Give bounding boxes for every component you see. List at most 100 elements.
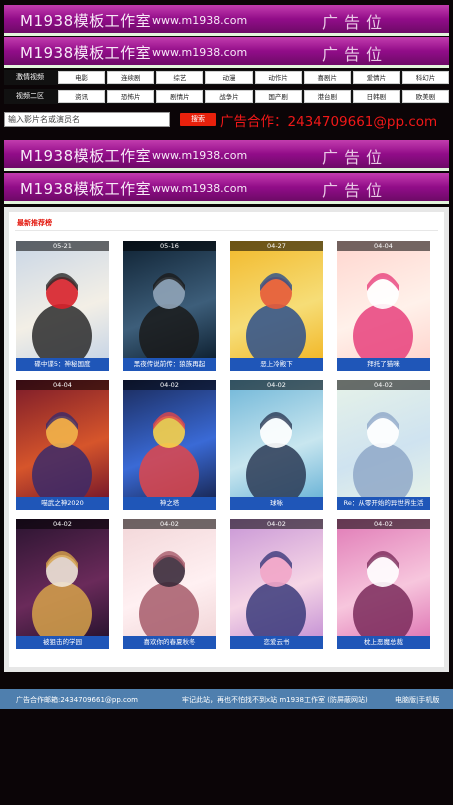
nav-item[interactable]: 连续剧 <box>107 71 155 84</box>
movie-card[interactable]: 04-04 拜托了猫咪 <box>337 241 430 371</box>
movie-title[interactable]: 喜欢你的春夏秋冬 <box>123 636 216 649</box>
poster-artwork <box>246 551 306 636</box>
movie-poster[interactable]: 05-16 <box>123 241 216 358</box>
ad-banner[interactable]: M1938模板工作室 www.m1938.com 广告位 <box>4 5 449 36</box>
movie-title[interactable]: 球咏 <box>230 497 323 510</box>
release-date-badge: 04-02 <box>337 380 430 390</box>
movie-title[interactable]: 恋爱云书 <box>230 636 323 649</box>
footer-notice: 牢记此站，再也不怕找不到x站 m1938工作室 (防屏蔽网站) <box>182 696 368 704</box>
poster-artwork <box>32 412 92 497</box>
banner-brand: M1938模板工作室 <box>20 180 152 198</box>
recommend-panel: 最新推荐榜 05-21 碟中谍5：神秘国度 05-16 黑夜传说前传：狼族再起 04-2… <box>4 207 449 672</box>
movie-card[interactable]: 05-16 黑夜传说前传：狼族再起 <box>123 241 216 371</box>
nav-item[interactable]: 资讯 <box>58 90 106 103</box>
release-date-badge: 04-02 <box>123 380 216 390</box>
banner-ad-label: 广告位 <box>322 148 389 167</box>
nav-item[interactable]: 综艺 <box>156 71 204 84</box>
movie-title[interactable]: 拜托了猫咪 <box>337 358 430 371</box>
poster-artwork <box>353 273 413 358</box>
nav-item[interactable]: 科幻片 <box>401 71 449 84</box>
poster-figure-body <box>32 304 92 358</box>
movie-poster[interactable]: 04-02 <box>337 380 430 497</box>
nav-item[interactable]: 电影 <box>58 71 106 84</box>
movie-title[interactable]: 恶上冷殿下 <box>230 358 323 371</box>
movie-title[interactable]: 碟中谍5：神秘国度 <box>16 358 109 371</box>
movie-poster[interactable]: 04-27 <box>230 241 323 358</box>
movie-poster[interactable]: 05-21 <box>16 241 109 358</box>
recommend-panel-inner: 最新推荐榜 05-21 碟中谍5：神秘国度 05-16 黑夜传说前传：狼族再起 04-2… <box>9 212 444 667</box>
movie-card[interactable]: 04-02 神之塔 <box>123 380 216 510</box>
nav-item[interactable]: 剧情片 <box>156 90 204 103</box>
nav-row-label: 激情视频 <box>16 73 44 81</box>
release-date-badge: 04-27 <box>230 241 323 251</box>
poster-artwork <box>139 551 199 636</box>
movie-card[interactable]: 04-02 枕上恶魔总裁 <box>337 519 430 649</box>
nav-item[interactable]: 喜剧片 <box>303 71 351 84</box>
movie-card[interactable]: 04-02 被狙击的学园 <box>16 519 109 649</box>
nav-row-1: 激情视频 电影 连续剧 综艺 动漫 动作片 喜剧片 爱情片 科幻片 <box>4 70 449 85</box>
movie-title[interactable]: 枕上恶魔总裁 <box>337 636 430 649</box>
ad-banner[interactable]: M1938模板工作室 www.m1938.com 广告位 <box>4 140 449 171</box>
poster-artwork <box>246 412 306 497</box>
movie-poster[interactable]: 04-02 <box>230 380 323 497</box>
banner-url: www.m1938.com <box>152 182 248 195</box>
poster-figure-body <box>139 304 199 358</box>
movie-poster[interactable]: 04-04 <box>16 380 109 497</box>
movie-title[interactable]: 神之塔 <box>123 497 216 510</box>
movie-card[interactable]: 04-02 喜欢你的春夏秋冬 <box>123 519 216 649</box>
movie-poster[interactable]: 04-02 <box>337 519 430 636</box>
banner-brand: M1938模板工作室 <box>20 147 152 165</box>
poster-figure-body <box>353 443 413 497</box>
poster-figure-body <box>139 582 199 636</box>
poster-figure-body <box>32 582 92 636</box>
movie-card[interactable]: 04-02 恋爱云书 <box>230 519 323 649</box>
ad-banner[interactable]: M1938模板工作室 www.m1938.com 广告位 <box>4 173 449 204</box>
movie-title[interactable]: 喵武之神2020 <box>16 497 109 510</box>
banner-brand: M1938模板工作室 <box>20 44 152 62</box>
nav-item[interactable]: 欧美剧 <box>401 90 449 103</box>
banner-url: www.m1938.com <box>152 46 248 59</box>
movie-card[interactable]: 04-02 球咏 <box>230 380 323 510</box>
poster-figure-body <box>246 304 306 358</box>
ad-banner[interactable]: M1938模板工作室 www.m1938.com 广告位 <box>4 37 449 68</box>
search-bar: 输入影片名或演员名 搜索 广告合作：2434709661@pp.com <box>4 112 449 130</box>
movie-card[interactable]: 04-02 Re：从零开始的异世界生活 <box>337 380 430 510</box>
footer-email: 广告合作邮箱:2434709661@pp.com <box>16 696 138 704</box>
movie-title[interactable]: 黑夜传说前传：狼族再起 <box>123 358 216 371</box>
movie-card[interactable]: 04-27 恶上冷殿下 <box>230 241 323 371</box>
nav-item[interactable]: 动漫 <box>205 71 253 84</box>
nav-item[interactable]: 国产剧 <box>254 90 302 103</box>
search-button[interactable]: 搜索 <box>180 113 216 126</box>
nav-item[interactable]: 战争片 <box>205 90 253 103</box>
poster-figure-body <box>353 582 413 636</box>
nav-item[interactable]: 动作片 <box>254 71 302 84</box>
search-input[interactable]: 输入影片名或演员名 <box>4 112 170 127</box>
movie-card[interactable]: 04-04 喵武之神2020 <box>16 380 109 510</box>
banner-ad-label: 广告位 <box>322 13 389 32</box>
poster-figure-body <box>139 443 199 497</box>
poster-artwork <box>32 273 92 358</box>
movie-card[interactable]: 05-21 碟中谍5：神秘国度 <box>16 241 109 371</box>
nav-item[interactable]: 日韩剧 <box>352 90 400 103</box>
poster-artwork <box>246 273 306 358</box>
release-date-badge: 04-02 <box>16 519 109 529</box>
banner-brand: M1938模板工作室 <box>20 12 152 30</box>
nav-item[interactable]: 爱情片 <box>352 71 400 84</box>
release-date-badge: 04-02 <box>230 380 323 390</box>
footer-version-switch[interactable]: 电脑版|手机版 <box>395 695 439 705</box>
release-date-badge: 04-04 <box>16 380 109 390</box>
poster-artwork <box>139 273 199 358</box>
movie-title[interactable]: 被狙击的学园 <box>16 636 109 649</box>
nav-item[interactable]: 港台剧 <box>303 90 351 103</box>
movie-poster[interactable]: 04-02 <box>16 519 109 636</box>
movie-poster[interactable]: 04-02 <box>123 380 216 497</box>
movie-poster[interactable]: 04-02 <box>230 519 323 636</box>
movie-poster[interactable]: 04-02 <box>123 519 216 636</box>
banner-url: www.m1938.com <box>152 149 248 162</box>
movie-title[interactable]: Re：从零开始的异世界生活 <box>337 497 430 510</box>
release-date-badge: 04-02 <box>337 519 430 529</box>
poster-artwork <box>353 412 413 497</box>
banner-ad-label: 广告位 <box>322 181 389 200</box>
nav-item[interactable]: 恐怖片 <box>107 90 155 103</box>
movie-poster[interactable]: 04-04 <box>337 241 430 358</box>
